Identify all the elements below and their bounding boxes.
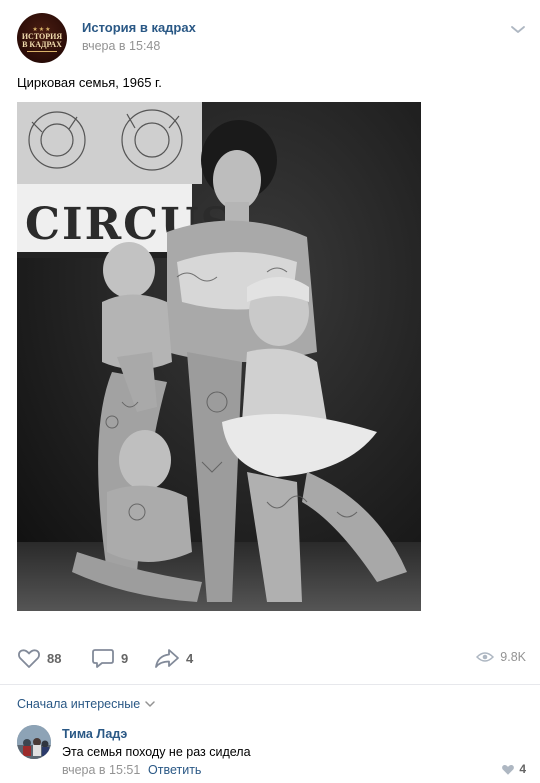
group-name-link[interactable]: История в кадрах [82, 20, 196, 35]
comment-author-link[interactable]: Тима Ладэ [62, 727, 127, 741]
likes-count: 88 [47, 650, 62, 666]
avatar-divider [27, 50, 57, 52]
avatar-logo-line2: В КАДРАХ [22, 39, 62, 49]
comment-heart-icon [502, 764, 515, 775]
post-actions-bar: 88 9 4 9.8K [0, 640, 540, 676]
comments-count: 9 [121, 650, 129, 666]
views-count: 9.8K [500, 650, 526, 664]
comments-sort-label: Сначала интересные [17, 697, 141, 711]
comments-divider [0, 684, 540, 685]
post-menu-chevron-icon[interactable] [507, 20, 529, 38]
like-button[interactable]: 88 [17, 646, 61, 670]
photo-illustration: CIRCUS [17, 102, 421, 611]
comment-bubble-icon [92, 649, 114, 668]
post-timestamp[interactable]: вчера в 15:48 [82, 39, 160, 53]
commenter-avatar[interactable] [17, 725, 51, 759]
post-header: ★★★ ИСТОРИЯ В КАДРАХ История в кадрах вч… [0, 0, 540, 70]
reply-link[interactable]: Ответить [148, 763, 201, 777]
post-text: Цирковая семья, 1965 г. [17, 75, 162, 90]
share-button[interactable]: 4 [154, 646, 193, 670]
comment-like-button[interactable]: 4 [501, 762, 526, 776]
commenter-avatar-image [17, 725, 51, 759]
comments-sort-dropdown[interactable]: Сначала интересные [17, 697, 156, 711]
shares-count: 4 [186, 650, 194, 666]
group-avatar[interactable]: ★★★ ИСТОРИЯ В КАДРАХ [17, 13, 67, 63]
comment-button[interactable]: 9 [91, 646, 128, 670]
chevron-down-icon [145, 701, 155, 707]
eye-icon [476, 652, 495, 662]
views-counter: 9.8K [476, 650, 526, 664]
comment-text: Эта семья походу не раз сидела [62, 745, 251, 759]
post-photo[interactable]: CIRCUS [17, 102, 421, 611]
comment-likes-count: 4 [519, 762, 526, 776]
heart-icon [18, 649, 40, 668]
comment-timestamp[interactable]: вчера в 15:51 [62, 763, 140, 777]
comment-item: Тима Ладэ Эта семья походу не раз сидела… [0, 720, 540, 783]
share-arrow-icon [155, 649, 179, 668]
